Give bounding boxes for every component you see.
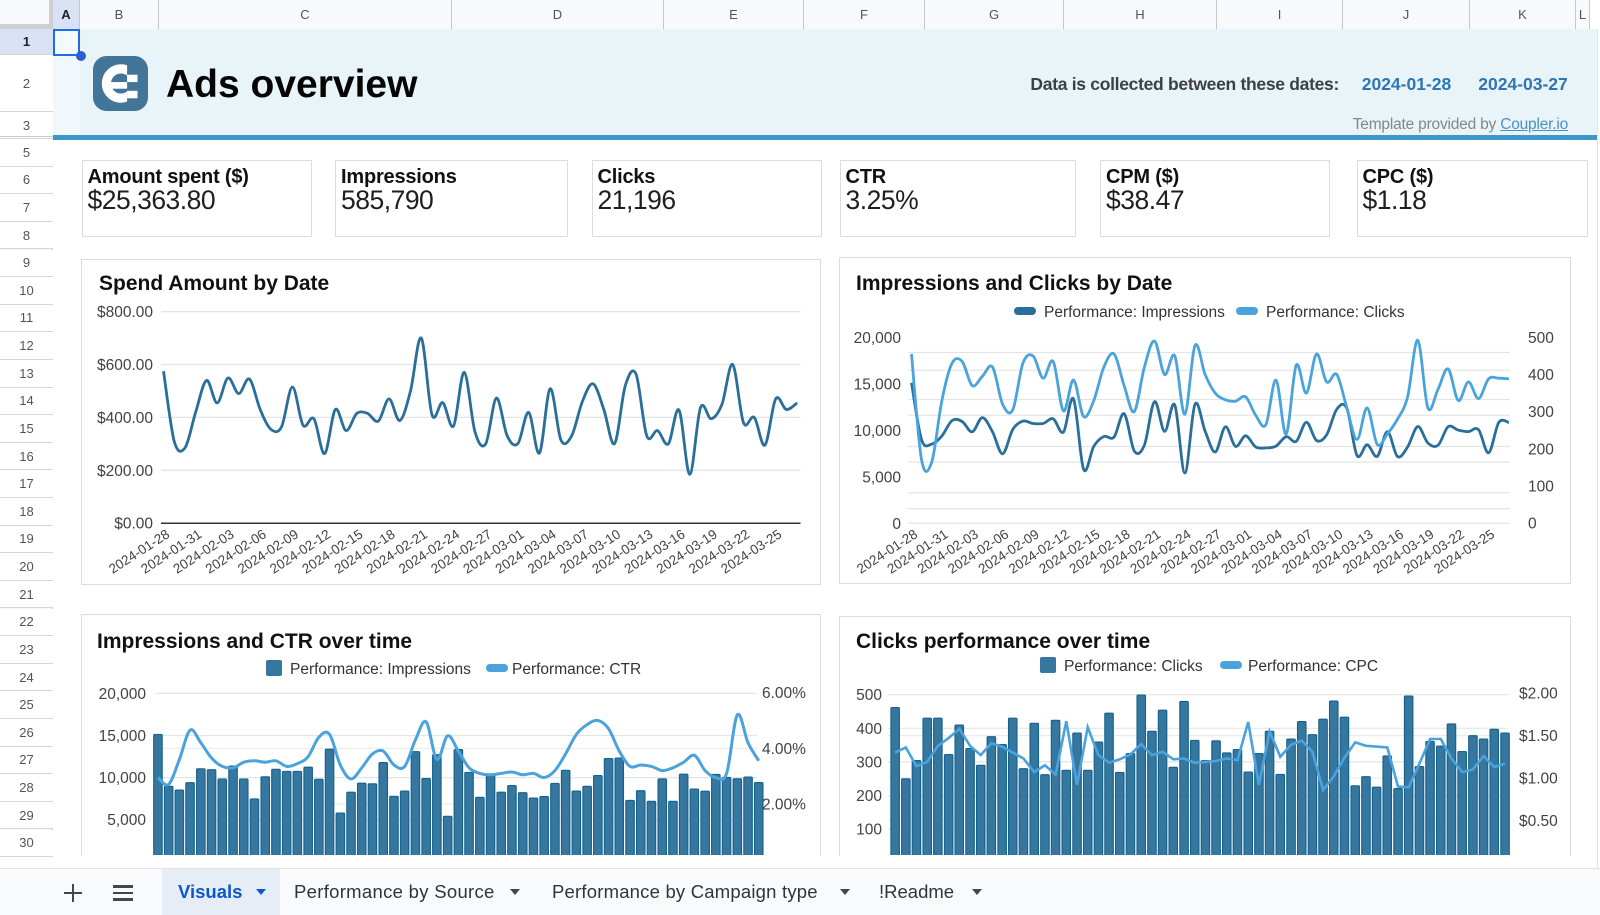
svg-text:Impressions and CTR over time: Impressions and CTR over time <box>97 630 412 653</box>
svg-text:$1.50: $1.50 <box>1519 728 1558 745</box>
svg-text:0: 0 <box>892 516 901 533</box>
svg-text:$200.00: $200.00 <box>97 463 153 480</box>
svg-text:300: 300 <box>1528 404 1554 421</box>
svg-text:300: 300 <box>856 754 882 771</box>
svg-text:$400.00: $400.00 <box>97 410 153 427</box>
svg-text:500: 500 <box>856 687 882 704</box>
svg-text:2.00%: 2.00% <box>762 797 806 814</box>
svg-text:Clicks performance over time: Clicks performance over time <box>856 630 1150 653</box>
svg-text:100: 100 <box>856 822 882 839</box>
svg-text:Impressions and Clicks by Date: Impressions and Clicks by Date <box>856 272 1172 295</box>
svg-text:10,000: 10,000 <box>854 423 902 440</box>
svg-text:Performance: Clicks: Performance: Clicks <box>1266 304 1405 321</box>
svg-text:500: 500 <box>1528 330 1554 347</box>
svg-text:20,000: 20,000 <box>854 330 902 347</box>
svg-text:20,000: 20,000 <box>99 686 147 703</box>
svg-text:100: 100 <box>1528 479 1554 496</box>
svg-text:400: 400 <box>856 721 882 738</box>
svg-text:200: 200 <box>1528 441 1554 458</box>
svg-text:15,000: 15,000 <box>854 376 902 393</box>
svg-text:$1.00: $1.00 <box>1519 771 1558 788</box>
svg-text:200: 200 <box>856 788 882 805</box>
svg-text:$0.50: $0.50 <box>1519 813 1558 830</box>
svg-text:$0.00: $0.00 <box>114 516 153 533</box>
svg-text:6.00%: 6.00% <box>762 685 806 702</box>
svg-text:Performance: CTR: Performance: CTR <box>512 661 641 678</box>
svg-text:15,000: 15,000 <box>99 728 147 745</box>
svg-text:Spend Amount by Date: Spend Amount by Date <box>99 272 329 295</box>
svg-text:$800.00: $800.00 <box>97 304 153 321</box>
svg-text:5,000: 5,000 <box>862 469 901 486</box>
svg-text:$600.00: $600.00 <box>97 357 153 374</box>
svg-text:$2.00: $2.00 <box>1519 686 1558 703</box>
svg-text:Performance: CPC: Performance: CPC <box>1248 658 1378 675</box>
svg-text:5,000: 5,000 <box>107 812 146 829</box>
svg-text:Performance: Impressions: Performance: Impressions <box>290 661 471 678</box>
svg-text:Performance: Impressions: Performance: Impressions <box>1044 304 1225 321</box>
svg-text:Performance: Clicks: Performance: Clicks <box>1064 658 1203 675</box>
svg-text:400: 400 <box>1528 367 1554 384</box>
svg-text:10,000: 10,000 <box>99 770 147 787</box>
svg-text:0: 0 <box>1528 516 1537 533</box>
svg-text:4.00%: 4.00% <box>762 741 806 758</box>
